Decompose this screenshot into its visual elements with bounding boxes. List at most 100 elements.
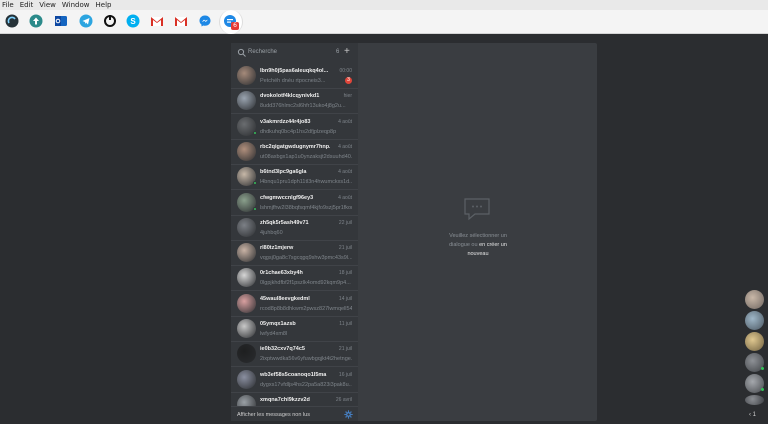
service-tab-gmail-2[interactable] xyxy=(174,14,188,28)
conversation-snippet: lwfyd4xm8l xyxy=(260,331,288,337)
conversation-date: 14 juil xyxy=(338,295,352,302)
contact-avatar[interactable] xyxy=(745,332,764,351)
online-indicator xyxy=(253,181,257,186)
conversation-name: v3akmrdzz44r4jo83 xyxy=(260,118,311,125)
search-input[interactable]: Recherche xyxy=(248,49,277,55)
menu-help[interactable]: Help xyxy=(96,0,112,10)
conversation-row[interactable]: b6tnd3lpc9ga6gla l4bnqu1pru1dph11tl3n4hwu… xyxy=(231,165,358,191)
contact-avatar[interactable] xyxy=(745,395,764,405)
conversation-snippet: 2ixptwwdka56v6yfuwbgqjkt4t2hetnge... xyxy=(260,356,352,363)
conversation-date: 00:00 xyxy=(339,68,352,74)
conversation-snippet: dygxs17vfdljs4hs22pa5a823i3pak8u... xyxy=(260,381,352,388)
conversation-snippet: lshmjfhw2l38bqfsqmf4kjfo9szj5pr1fkom... xyxy=(260,204,352,211)
search-icon xyxy=(237,48,246,57)
avatar xyxy=(237,268,256,288)
chat-icon xyxy=(464,198,490,221)
conversation-name: b6tnd3lpc9ga6gla xyxy=(260,169,307,176)
conversation-row[interactable]: rbc2qigatgwdugnymr7hnp... ut08axbgx1ap1u0… xyxy=(231,140,358,165)
messenger-icon xyxy=(199,15,211,27)
avatar xyxy=(237,217,256,237)
empty-line-1: Veuillez sélectionner un xyxy=(449,233,507,239)
empty-line-2: dialogue ou xyxy=(449,242,478,248)
online-indicator xyxy=(761,367,764,370)
service-tab-gmail-1[interactable] xyxy=(150,14,164,28)
menu-window[interactable]: Window xyxy=(62,0,90,10)
conversation-row[interactable]: wb3ef58s5coanoqo1l5ma dygxs17vfdljs4hs22p… xyxy=(231,368,358,393)
conversation-date: 22 juil xyxy=(338,219,352,226)
service-tab-bar: S 6 xyxy=(0,10,768,34)
new-conversation-button[interactable]: + xyxy=(344,46,350,58)
conversation-date: 4 août xyxy=(338,118,352,125)
contact-avatar[interactable] xyxy=(745,290,764,309)
conversation-name: lbn9h0j5pas6aleuqkq4ol... xyxy=(260,68,329,74)
contact-avatar[interactable] xyxy=(745,311,764,330)
conversation-row[interactable]: v3akmrdzz44r4jo83 dhdkuhq0bc4p1hs2dfjplze… xyxy=(231,115,358,140)
conversation-date: 18 juil xyxy=(338,270,352,277)
conversation-date: 4 août xyxy=(338,143,352,150)
gmail-icon xyxy=(151,17,163,26)
contacts-pager[interactable]: ‹ 1 xyxy=(749,412,756,418)
conversation-name: ie0b32cxv7q74c5 xyxy=(260,346,305,353)
conversation-name: 45waul8eevgkedml xyxy=(260,295,310,302)
service-tab-skype[interactable]: S xyxy=(126,14,140,28)
avatar xyxy=(237,66,256,85)
conversation-snippet: ut08axbgx1ap1u0ynzaksjt2dsuuhd40... xyxy=(260,153,352,160)
svg-text:S: S xyxy=(130,17,136,26)
show-unread-link[interactable]: Afficher les messages non lus xyxy=(237,412,310,418)
empty-conversation-view: Veuillez sélectionner un dialogue ou en … xyxy=(358,43,597,421)
service-tab-messenger[interactable] xyxy=(198,14,212,28)
conversation-row[interactable]: ie0b32cxv7q74c5 2ixptwwdka56v6yfuwbgqjkt4… xyxy=(231,342,358,368)
conversation-row[interactable]: zh5qk5r5ash49v71 4juhbq60 22 juil xyxy=(231,216,358,241)
avatar xyxy=(237,344,256,364)
avatar xyxy=(237,91,256,111)
create-new-link[interactable]: en créer un xyxy=(479,242,507,248)
empty-state-message: Veuillez sélectionner un dialogue ou en … xyxy=(448,232,508,259)
contacts-sidebar xyxy=(743,290,768,424)
conversation-name: dvokolotf4klcqynivkd1 xyxy=(260,93,320,100)
conversation-date: 21 juil xyxy=(338,245,352,252)
service-tab-power[interactable] xyxy=(103,14,117,28)
conversation-date: 26 avril xyxy=(335,396,352,403)
empty-line-3[interactable]: nouveau xyxy=(467,251,488,257)
online-indicator xyxy=(253,130,257,135)
conversation-date: hier xyxy=(343,93,352,100)
conversation-date: 16 juil xyxy=(338,371,352,378)
service-tab-outlook[interactable] xyxy=(54,14,68,28)
service-tab-ferdi[interactable] xyxy=(5,14,19,28)
conversation-list: Recherche 6 + lbn9h0j5pas6aleuqkq4ol... P… xyxy=(231,43,358,421)
conversation-row[interactable]: rl80tz1mjerw vqgsj0ga8c7sgcqgq9shw3pmc43s… xyxy=(231,241,358,267)
conversation-name: wb3ef58s5coanoqo1l5ma xyxy=(260,371,327,378)
gmail-icon xyxy=(175,17,187,26)
conversation-date: 11 juil xyxy=(339,321,352,327)
menu-view[interactable]: View xyxy=(39,0,56,10)
conversation-name: rl80tz1mjerw xyxy=(260,245,294,252)
power-icon xyxy=(104,15,116,27)
menu-file[interactable]: File xyxy=(2,0,14,10)
search-bar[interactable]: Recherche 6 + xyxy=(231,43,358,63)
avatar xyxy=(237,369,256,389)
conversation-row[interactable]: cfwgmwccnlgf96ey3 lshmjfhw2l38bqfsqmf4kjf… xyxy=(231,191,358,216)
conversation-snippet: Petchéh dnéu rtpocneis3... xyxy=(260,78,326,84)
gear-icon[interactable] xyxy=(344,410,353,419)
online-indicator xyxy=(761,388,764,391)
conversation-date: 21 juil xyxy=(338,346,352,353)
conversation-name: 05ymqx1azsb xyxy=(260,321,296,327)
conversation-snippet: l4bnqu1pru1dph11tl3n4hwumckxs1d... xyxy=(260,179,352,186)
ferdi-icon xyxy=(5,14,19,28)
conversation-row[interactable]: lbn9h0j5pas6aleuqkq4ol... Petchéh dnéu rt… xyxy=(231,64,358,89)
conversation-row[interactable]: 0r1chae63xby4h 0lgpjkhdfbf2f1pszlk4omd92k… xyxy=(231,266,358,292)
conversation-date: 4 août xyxy=(338,194,352,201)
conversation-row[interactable]: dvokolotf4klcqynivkd1 8udd376hlmc2sl6hfr1… xyxy=(231,89,358,115)
service-tab-upload[interactable] xyxy=(29,14,43,28)
conversation-snippet: 0lgpjkhdfbf2f1pszlk4omd92kqm9p4... xyxy=(260,280,351,287)
tab-unread-badge: 6 xyxy=(231,22,239,30)
menu-edit[interactable]: Edit xyxy=(20,0,34,10)
conversation-snippet: 8udd376hlmc2sl6hfr13uko4j8g2u... xyxy=(260,103,346,110)
upload-icon xyxy=(29,14,43,28)
conversation-row[interactable]: 05ymqx1azsb lwfyd4xm8l 11 juil xyxy=(231,317,358,342)
service-tab-telegram[interactable] xyxy=(79,14,93,28)
conversation-snippet: vqgsj0ga8c7sgcqgq9shw3pmc43s9l... xyxy=(260,255,352,262)
conversation-row[interactable]: 45waul8eevgkedml rcod8p8b8dhkwm2pwsz827lw… xyxy=(231,292,358,317)
telegram-icon xyxy=(79,14,93,28)
conversation-name: rbc2qigatgwdugnymr7hnp... xyxy=(260,143,330,150)
